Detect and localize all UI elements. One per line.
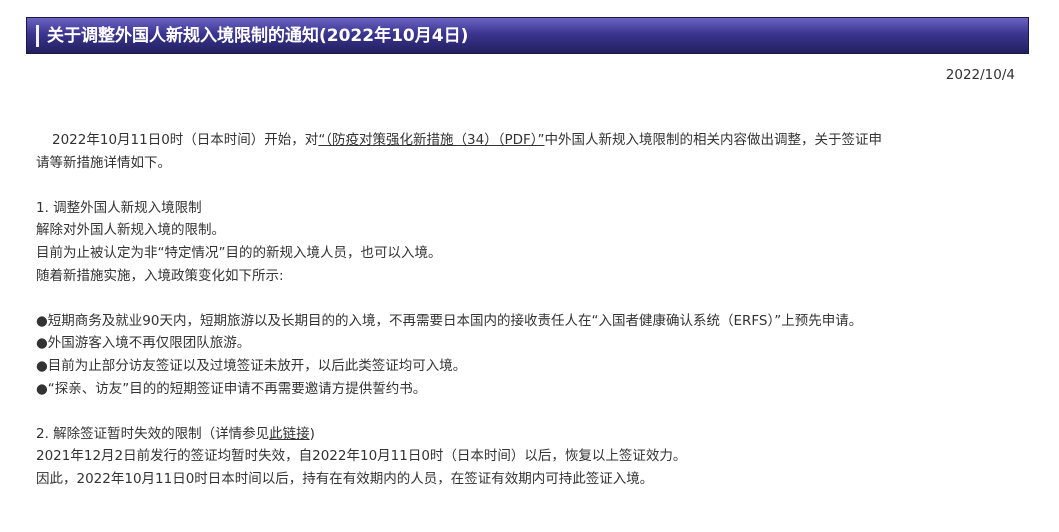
bullet-item: ●目前为止部分访友签证以及过境签证未放开，以后此类签证均可入境。 (36, 357, 467, 374)
section1-line: 目前为止被认定为非“特定情况”目的的新规入境人员，也可以入境。 (36, 244, 442, 261)
section1-line: 随着新措施实施，入境政策变化如下所示: (36, 267, 284, 284)
publish-date: 2022/10/4 (945, 67, 1015, 83)
notice-body: 2022年10月11日0时（日本时间）开始，对“（防疫对策强化新措施（34）（P… (36, 129, 1021, 491)
details-link[interactable]: 此链接 (269, 426, 310, 442)
intro-line-1: 2022年10月11日0时（日本时间）开始，对“（防疫对策强化新措施（34）（P… (36, 129, 1021, 152)
section2-heading-prefix: 2. 解除签证暂时失效的限制（详情参见 (36, 425, 270, 442)
title-accent-bar (36, 25, 39, 47)
bullet-item: ●短期商务及就业90天内，短期旅游以及长期目的的入境，不再需要日本国内的接收责任… (36, 312, 863, 329)
pdf-measures-link[interactable]: “（防疫对策强化新措施（34）（PDF）” (318, 132, 544, 148)
section2-line: 因此，2022年10月11日0时日本时间以后，持有在有效期内的人员，在签证有效期… (36, 470, 654, 487)
section2-line: 2021年12月2日前发行的签证均暂时失效，自2022年10月11日0时（日本时… (36, 448, 687, 465)
page-title: 关于调整外国人新规入境限制的通知(2022年10月4日) (47, 26, 469, 46)
section1-line: 解除对外国人新规入境的限制。 (36, 222, 225, 239)
section2-heading: 2. 解除签证暂时失效的限制（详情参见此链接) (36, 423, 1021, 446)
notice-title-bar: 关于调整外国人新规入境限制的通知(2022年10月4日) (26, 17, 1029, 54)
bullet-item: ●外国游客入境不再仅限团队旅游。 (36, 335, 251, 352)
bullet-item: ●“探亲、访友”目的的短期签证申请不再需要邀请方提供誓约书。 (36, 380, 427, 397)
section2-heading-suffix: ) (309, 425, 315, 442)
section1-heading: 1. 调整外国人新规入境限制 (36, 199, 202, 216)
intro-middle: 中外国人新规入境限制的相关内容做出调整，关于签证申 (544, 132, 883, 148)
intro-prefix: 2022年10月11日0时（日本时间）开始，对 (52, 132, 319, 148)
intro-line-2: 请等新措施详情如下。 (36, 154, 171, 171)
